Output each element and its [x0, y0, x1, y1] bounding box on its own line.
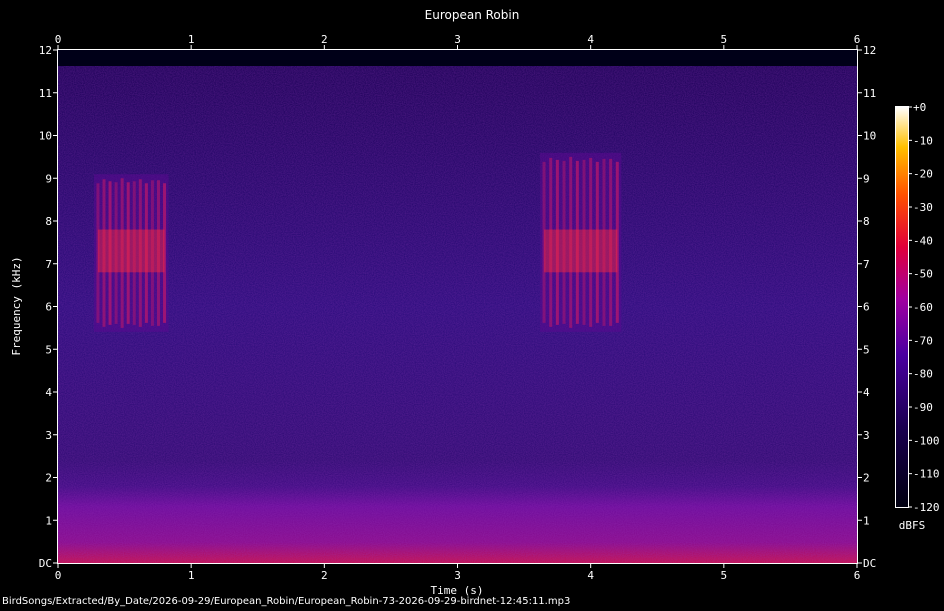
colorbar-tick-label: -50: [913, 268, 933, 281]
y-tick-label-left: 12: [39, 44, 52, 57]
colorbar-tick-label: -30: [913, 201, 933, 214]
plot-area: [58, 50, 857, 563]
colorbar-tick-label: -100: [913, 434, 940, 447]
song-phrase-1: [93, 174, 169, 332]
spectrogram-chart: European Robin 0123456 0123456 DC1234567…: [10, 8, 940, 596]
y-tick-label-left: 8: [45, 215, 52, 228]
x-axis-label: Time (s): [431, 584, 484, 596]
x-tick-label-bottom: 5: [721, 569, 728, 582]
colorbar-tick-label: -70: [913, 334, 933, 347]
y-tick-label-right: 3: [863, 429, 870, 442]
y-tick-label-left: DC: [39, 557, 52, 570]
y-axis-right: DC123456789101112: [857, 44, 876, 570]
colorbar-tick-label: -40: [913, 234, 933, 247]
y-tick-label-right: DC: [863, 557, 876, 570]
y-tick-label-right: 12: [863, 44, 876, 57]
y-tick-label-right: 11: [863, 87, 876, 100]
y-tick-label-left: 10: [39, 130, 52, 143]
y-tick-label-right: 1: [863, 514, 870, 527]
file-path-caption: BirdSongs/Extracted/By_Date/2026-09-29/E…: [2, 596, 571, 607]
colorbar-ticks: +0 -10 -20 -30 -40 -50 -60 -70 -80 -90 -100 -110 -12…: [908, 101, 940, 514]
y-tick-label-left: 4: [45, 386, 52, 399]
x-tick-label-top: 3: [454, 33, 461, 46]
song-phrase-2: [540, 152, 622, 332]
x-tick-label-top: 0: [55, 33, 62, 46]
y-tick-label-right: 10: [863, 130, 876, 143]
colorbar: +0 -10 -20 -30 -40 -50 -60 -70 -80 -90 -100 -110 -12…: [895, 101, 940, 532]
x-tick-label-top: 5: [721, 33, 728, 46]
y-tick-label-right: 8: [863, 215, 870, 228]
x-tick-label-top: 6: [854, 33, 861, 46]
colorbar-tick-label: -110: [913, 468, 940, 481]
y-tick-label-right: 5: [863, 343, 870, 356]
y-tick-label-left: 9: [45, 172, 52, 185]
x-tick-label-top: 4: [587, 33, 594, 46]
y-axis-label: Frequency (kHz): [10, 256, 23, 355]
colorbar-label: dBFS: [899, 519, 926, 532]
y-tick-label-right: 9: [863, 172, 870, 185]
spectrogram-noise: [58, 66, 857, 563]
colorbar-tick-label: +0: [913, 101, 926, 114]
y-tick-label-right: 2: [863, 472, 870, 485]
x-tick-label-bottom: 0: [55, 569, 62, 582]
colorbar-tick-label: -10: [913, 134, 933, 147]
y-tick-label-left: 3: [45, 429, 52, 442]
y-tick-label-left: 5: [45, 343, 52, 356]
y-tick-label-left: 1: [45, 514, 52, 527]
colorbar-tick-label: -80: [913, 368, 933, 381]
x-tick-label-bottom: 4: [587, 569, 594, 582]
x-axis-top: 0 1 2 3 4 5 6: [55, 33, 861, 50]
y-tick-label-left: 11: [39, 87, 52, 100]
x-tick-label-top: 1: [188, 33, 195, 46]
top-silence-band: [58, 50, 857, 66]
y-tick-label-left: 2: [45, 472, 52, 485]
x-tick-label-bottom: 3: [454, 569, 461, 582]
colorbar-tick-label: -20: [913, 168, 933, 181]
y-tick-label-right: 6: [863, 301, 870, 314]
colorbar-gradient: [896, 107, 908, 507]
phrase-core: [97, 229, 165, 273]
y-axis-left: DC123456789101112: [39, 44, 58, 570]
x-tick-label-bottom: 2: [321, 569, 328, 582]
chart-title: European Robin: [425, 8, 520, 22]
phrase-core: [544, 229, 618, 273]
colorbar-tick-label: -90: [913, 401, 933, 414]
x-axis-bottom: 0 1 2 3 4 5 6: [55, 563, 861, 582]
y-tick-label-right: 7: [863, 258, 870, 271]
colorbar-tick-label: -120: [913, 501, 940, 514]
y-tick-label-left: 7: [45, 258, 52, 271]
x-tick-label-bottom: 1: [188, 569, 195, 582]
y-tick-label-left: 6: [45, 301, 52, 314]
y-tick-label-right: 4: [863, 386, 870, 399]
x-tick-label-top: 2: [321, 33, 328, 46]
x-tick-label-bottom: 6: [854, 569, 861, 582]
colorbar-tick-label: -60: [913, 301, 933, 314]
